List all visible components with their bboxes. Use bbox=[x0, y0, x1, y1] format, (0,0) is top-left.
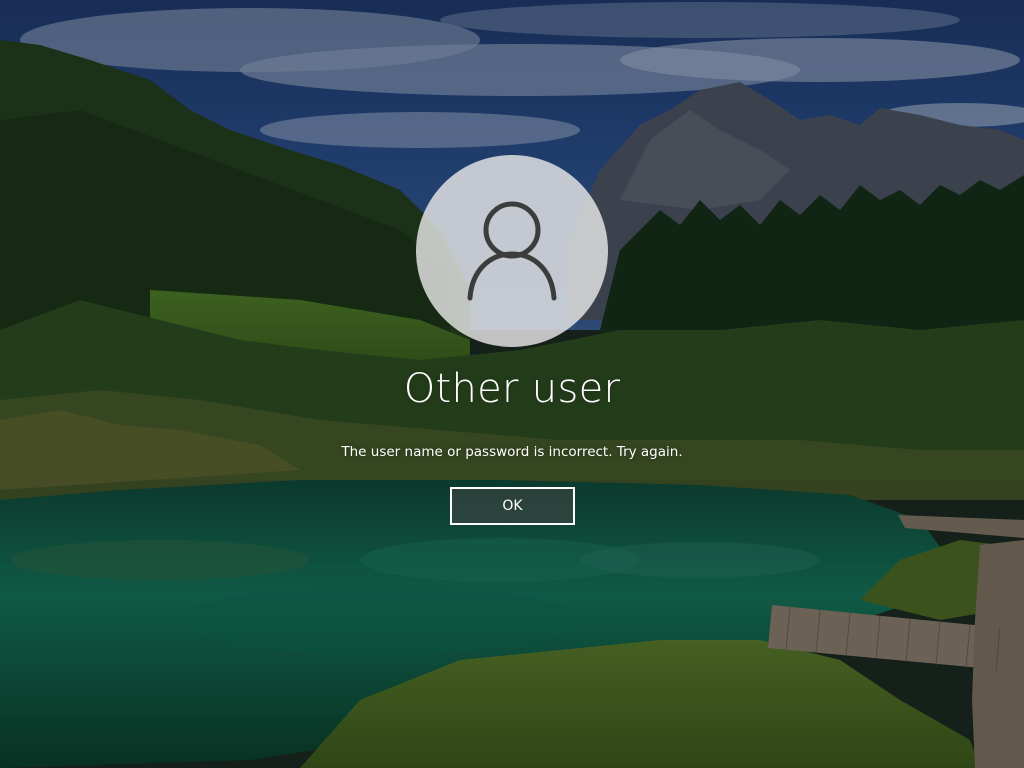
error-message: The user name or password is incorrect. … bbox=[341, 444, 683, 460]
ok-button[interactable]: OK bbox=[450, 487, 575, 525]
user-name: Other user bbox=[403, 366, 621, 412]
user-avatar bbox=[416, 155, 608, 347]
user-silhouette-icon bbox=[467, 201, 557, 301]
